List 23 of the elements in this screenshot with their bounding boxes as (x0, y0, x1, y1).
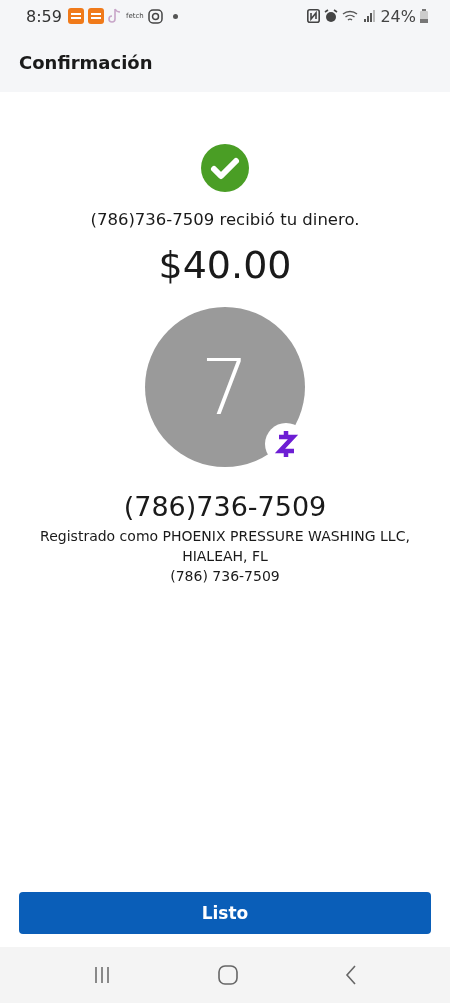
confirmation-message: (786)736-7509 recibió tu dinero. (90, 210, 360, 229)
screen-title: Confirmación (19, 51, 153, 73)
dot-icon (172, 13, 178, 19)
recipient-name: (786)736-7509 (123, 491, 327, 522)
registered-as-text: Registrado como PHOENIX PRESSURE WASHING LLC, HIALEAH, FL (39, 527, 411, 566)
camera-icon (147, 8, 163, 24)
done-button[interactable]: Listo (19, 892, 431, 934)
home-icon[interactable] (218, 965, 238, 985)
app-notification-icon (87, 8, 104, 24)
music-note-icon (107, 8, 122, 24)
alarm-icon (324, 9, 339, 23)
clock-time: 8:59 (26, 6, 62, 26)
avatar: 7 (145, 307, 305, 467)
battery-percent: 24% (380, 6, 416, 26)
app-notification-icon (67, 8, 84, 24)
recipient-phone: (786) 736-7509 (170, 567, 280, 586)
signal-icon (364, 10, 377, 22)
back-icon[interactable] (344, 965, 357, 985)
nfc-icon (307, 9, 321, 23)
battery-icon (420, 9, 428, 23)
amount: $40.00 (158, 243, 292, 287)
check-icon (201, 144, 249, 192)
recent-apps-icon[interactable] (93, 966, 112, 984)
